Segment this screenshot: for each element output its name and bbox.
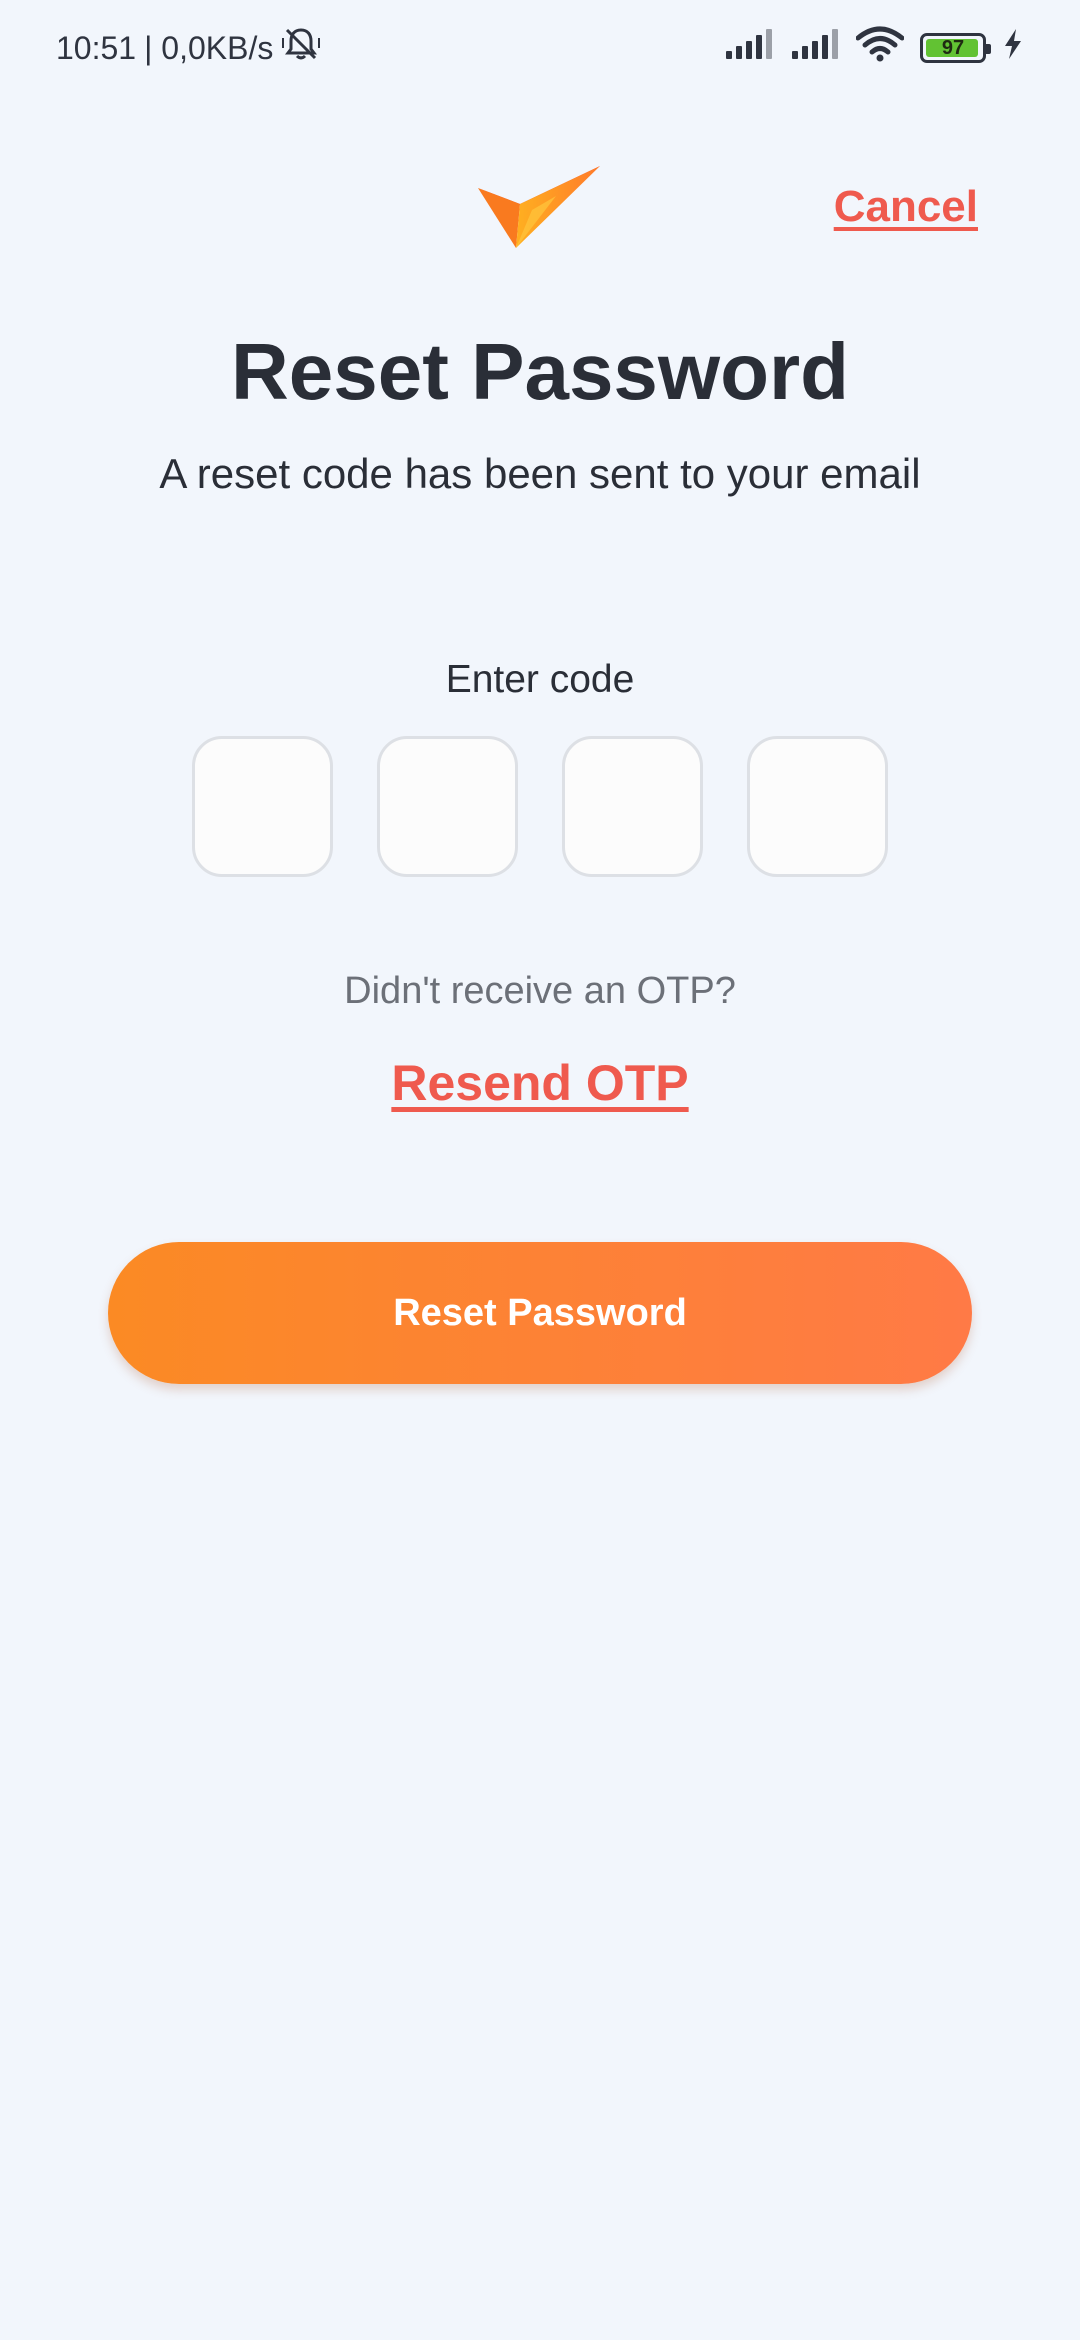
status-left: 10:51 | 0,0KB/s: [56, 24, 321, 72]
otp-digit-1[interactable]: [192, 736, 333, 877]
signal-icon: [724, 27, 774, 69]
status-bar: 10:51 | 0,0KB/s 97: [0, 0, 1080, 96]
cancel-link[interactable]: Cancel: [834, 182, 978, 232]
wifi-icon: [855, 26, 905, 70]
resend-otp-link[interactable]: Resend OTP: [0, 1054, 1080, 1112]
no-otp-text: Didn't receive an OTP?: [344, 970, 736, 1012]
charging-icon: [1002, 27, 1024, 69]
status-time: 10:51: [56, 29, 137, 66]
code-label: Enter code: [445, 658, 635, 701]
battery-icon: 97: [920, 33, 991, 63]
otp-digit-2[interactable]: [377, 736, 518, 877]
otp-digit-4[interactable]: [747, 736, 888, 877]
status-right: 97: [724, 26, 1024, 70]
battery-level: 97: [941, 36, 965, 59]
reset-password-button[interactable]: Reset Password: [108, 1242, 972, 1384]
otp-input-row: [192, 736, 888, 877]
otp-digit-3[interactable]: [562, 736, 703, 877]
signal-icon: [790, 27, 840, 69]
mute-bell-icon: [281, 24, 321, 72]
page-subtitle: A reset code has been sent to your email: [159, 450, 921, 497]
brand-check-logo: [476, 160, 604, 256]
network-speed: | 0,0KB/s: [144, 29, 274, 66]
reset-password-screen: 10:51 | 0,0KB/s 97 Cancel Reset Password…: [0, 0, 1080, 2340]
page-title: Reset Password: [230, 327, 850, 416]
